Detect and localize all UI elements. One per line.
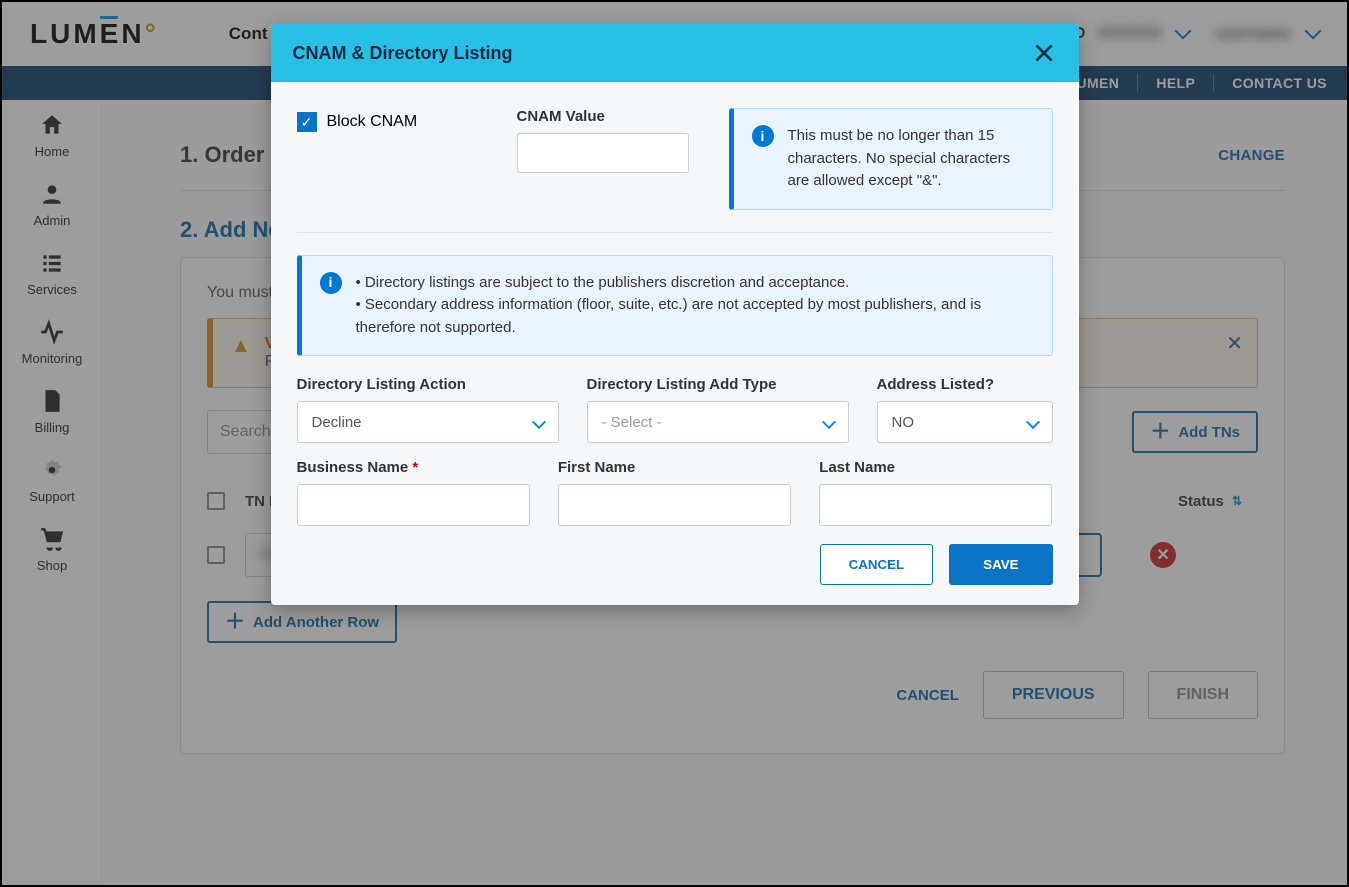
block-cnam-label: Block CNAM <box>327 113 418 131</box>
close-icon[interactable] <box>1031 40 1057 66</box>
block-cnam-checkbox[interactable]: ✓ Block CNAM <box>297 112 477 132</box>
dl-action-value: Decline <box>312 414 362 431</box>
checkbox-checked-icon: ✓ <box>297 112 317 132</box>
modal-header: CNAM & Directory Listing <box>271 24 1079 82</box>
last-name-label: Last Name <box>819 459 1052 476</box>
chevron-down-icon <box>821 415 835 429</box>
last-name-input[interactable] <box>819 484 1052 526</box>
dl-action-label: Directory Listing Action <box>297 376 559 393</box>
first-name-label: First Name <box>558 459 791 476</box>
info-icon: i <box>320 272 342 294</box>
dl-action-select[interactable]: Decline <box>297 401 559 443</box>
dl-type-select[interactable]: - Select - <box>587 401 849 443</box>
address-listed-value: NO <box>892 414 915 431</box>
business-name-input[interactable] <box>297 484 530 526</box>
dl-type-label: Directory Listing Add Type <box>587 376 849 393</box>
divider <box>297 232 1053 233</box>
chevron-down-icon <box>531 415 545 429</box>
directory-info-line-2: • Secondary address information (floor, … <box>356 294 1034 339</box>
modal-overlay: CNAM & Directory Listing ✓ Block CNAM CN… <box>2 2 1347 885</box>
directory-info-box: i • Directory listings are subject to th… <box>297 255 1053 357</box>
address-listed-select[interactable]: NO <box>877 401 1053 443</box>
address-listed-label: Address Listed? <box>877 376 1053 393</box>
first-name-input[interactable] <box>558 484 791 526</box>
cnam-info-box: i This must be no longer than 15 charact… <box>729 108 1053 210</box>
modal-cancel-button[interactable]: CANCEL <box>820 544 934 585</box>
cnam-modal: CNAM & Directory Listing ✓ Block CNAM CN… <box>271 24 1079 605</box>
business-name-label: Business Name * <box>297 459 530 476</box>
directory-info-line-1: • Directory listings are subject to the … <box>356 272 1034 295</box>
info-icon: i <box>752 125 774 147</box>
chevron-down-icon <box>1025 415 1039 429</box>
modal-save-button[interactable]: SAVE <box>949 544 1052 585</box>
cnam-value-input[interactable] <box>517 133 689 173</box>
cnam-info-text: This must be no longer than 15 character… <box>788 125 1034 193</box>
modal-title: CNAM & Directory Listing <box>293 43 513 64</box>
cnam-value-label: CNAM Value <box>517 108 689 125</box>
dl-type-placeholder: - Select - <box>602 414 662 431</box>
